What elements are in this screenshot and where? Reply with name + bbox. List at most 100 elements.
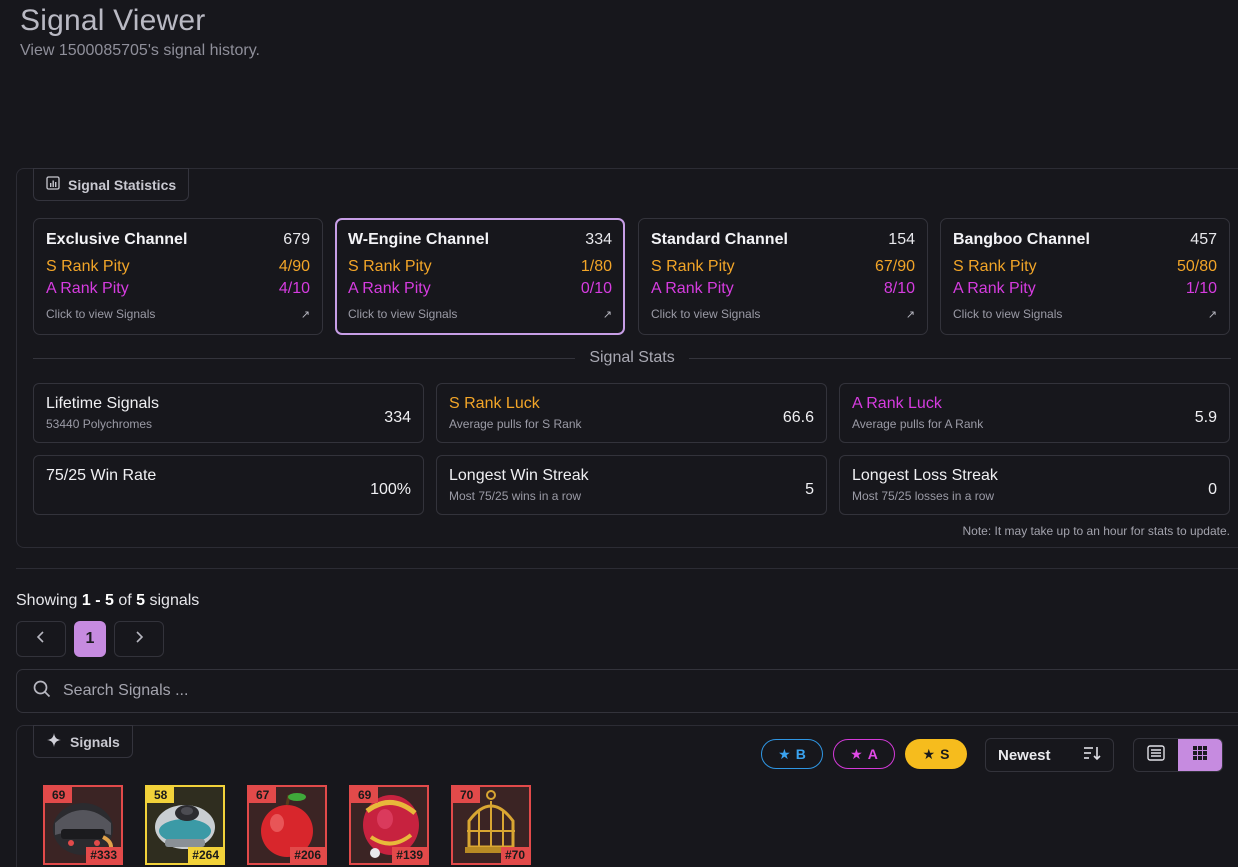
a-rank-pity-value: 8/10	[883, 280, 915, 297]
view-signals-link: Click to view Signals	[651, 307, 761, 321]
signal-level: 69	[351, 787, 379, 803]
stat-subtitle: Most 75/25 losses in a row	[852, 489, 995, 503]
search-input[interactable]	[63, 682, 1238, 700]
stat-card-win-rate: 75/25 Win Rate 100%	[33, 455, 424, 515]
filter-a-rank[interactable]: ★ A	[833, 739, 895, 769]
stat-value: 5.9	[1194, 408, 1217, 426]
stats-update-note: Note: It may take up to an hour for stat…	[962, 524, 1231, 538]
a-rank-pity-value: 0/10	[580, 280, 612, 297]
signal-level: 69	[45, 787, 73, 803]
signal-level: 70	[453, 787, 481, 803]
next-page-button[interactable]	[114, 621, 164, 657]
external-arrow-icon: ↗	[905, 308, 915, 321]
stat-title: Lifetime Signals	[46, 395, 159, 412]
of-text: of	[118, 592, 132, 609]
range-start: 1	[81, 592, 91, 609]
page-title: Signal Viewer	[20, 4, 206, 37]
stat-card-a-rank-luck: A Rank Luck Average pulls for A Rank 5.9	[839, 383, 1230, 443]
signal-stats-heading: Signal Stats	[589, 349, 675, 366]
page-subtitle: View 1500085705's signal history.	[20, 42, 260, 59]
channel-title: Standard Channel	[651, 231, 788, 248]
a-rank-pity-label: A Rank Pity	[651, 280, 734, 297]
signal-statistics-section: Signal Statistics Exclusive Channel 679 S…	[16, 168, 1238, 548]
grid-view-button[interactable]	[1178, 739, 1222, 771]
filter-b-rank[interactable]: ★ B	[761, 739, 823, 769]
channel-title: Exclusive Channel	[46, 231, 188, 248]
signal-statistics-label: Signal Statistics	[68, 176, 177, 193]
stat-card-longest-win-streak: Longest Win Streak Most 75/25 wins in a r…	[436, 455, 827, 515]
signal-stats-divider: Signal Stats	[33, 349, 1232, 367]
signal-number: #70	[500, 847, 529, 863]
page-button-current[interactable]: 1	[74, 621, 106, 657]
stat-subtitle: Most 75/25 wins in a row	[449, 489, 582, 503]
stat-value: 100%	[370, 480, 411, 498]
channel-total: 457	[1190, 231, 1217, 248]
filter-s-rank[interactable]: ★ S	[905, 739, 967, 769]
stat-title: Longest Win Streak	[449, 467, 589, 484]
stat-value: 5	[805, 480, 814, 498]
signal-number: #206	[290, 847, 325, 863]
signal-tile[interactable]: 69 #139	[349, 785, 429, 865]
signals-section: Signals ★ B ★ A ★ S Newest 69 #333 58 #2…	[16, 725, 1238, 867]
list-view-button[interactable]	[1134, 739, 1178, 771]
stat-title: S Rank Luck	[449, 395, 540, 412]
channel-title: Bangboo Channel	[953, 231, 1090, 248]
s-rank-pity-label: S Rank Pity	[46, 258, 130, 275]
stat-value: 0	[1208, 480, 1217, 498]
signal-tile[interactable]: 69 #333	[43, 785, 123, 865]
view-signals-link: Click to view Signals	[46, 307, 156, 321]
stat-subtitle: Average pulls for A Rank	[852, 417, 984, 431]
a-rank-pity-value: 4/10	[278, 280, 310, 297]
list-icon	[1147, 744, 1165, 766]
page-header: Signal Viewer View 1500085705's signal h…	[20, 4, 260, 60]
sort-dropdown[interactable]: Newest	[985, 738, 1114, 772]
a-rank-pity-label: A Rank Pity	[348, 280, 431, 297]
chevron-right-icon	[132, 630, 146, 649]
signal-number: #139	[392, 847, 427, 863]
signal-statistics-tag: Signal Statistics	[33, 168, 190, 201]
sort-label: Newest	[998, 746, 1051, 764]
star-icon: ★	[778, 745, 791, 762]
channel-card-standard[interactable]: Standard Channel 154 S Rank Pity 67/90 A R…	[638, 218, 928, 335]
signal-level: 67	[249, 787, 277, 803]
stat-title: Longest Loss Streak	[852, 467, 998, 484]
search-bar	[16, 669, 1238, 713]
filter-label: S	[940, 746, 950, 762]
s-rank-pity-label: S Rank Pity	[953, 258, 1037, 275]
section-divider	[16, 568, 1238, 569]
signals-label: Signals	[70, 733, 120, 750]
s-rank-pity-label: S Rank Pity	[348, 258, 432, 275]
sparkle-icon	[46, 732, 62, 751]
grid-icon	[1192, 745, 1208, 766]
channel-card-bangboo[interactable]: Bangboo Channel 457 S Rank Pity 50/80 A Ra…	[940, 218, 1230, 335]
channel-title: W-Engine Channel	[348, 231, 490, 248]
prev-page-button[interactable]	[16, 621, 66, 657]
divider-line	[33, 357, 576, 359]
signal-tile[interactable]: 70 #70	[451, 785, 531, 865]
stat-card-s-rank-luck: S Rank Luck Average pulls for S Rank 66.6	[436, 383, 827, 443]
sort-descending-icon	[1083, 745, 1101, 765]
view-toggle	[1133, 738, 1223, 772]
pagination: 1	[16, 621, 164, 657]
channel-total: 334	[585, 231, 612, 248]
showing-suffix: signals	[149, 592, 200, 609]
filter-label: B	[795, 746, 806, 762]
range-end: 5	[104, 592, 114, 609]
stat-value: 66.6	[782, 408, 814, 426]
rank-filters: ★ B ★ A ★ S	[761, 739, 967, 769]
signal-tile[interactable]: 58 #264	[145, 785, 225, 865]
chevron-left-icon	[34, 630, 48, 649]
external-arrow-icon: ↗	[1207, 308, 1217, 321]
signal-grid: 69 #333 58 #264 67 #206 69 #139 70 #70	[43, 785, 531, 865]
signal-tile[interactable]: 67 #206	[247, 785, 327, 865]
s-rank-pity-value: 67/90	[874, 258, 915, 275]
total-count: 5	[136, 592, 146, 609]
channel-card-exclusive[interactable]: Exclusive Channel 679 S Rank Pity 4/90 A R…	[33, 218, 323, 335]
stat-value: 334	[384, 408, 411, 426]
view-signals-link: Click to view Signals	[953, 307, 1063, 321]
s-rank-pity-value: 1/80	[580, 258, 612, 275]
channel-card-w-engine[interactable]: W-Engine Channel 334 S Rank Pity 1/80 A Ra…	[335, 218, 625, 335]
channel-total: 154	[888, 231, 915, 248]
star-icon: ★	[922, 745, 936, 762]
a-rank-pity-label: A Rank Pity	[953, 280, 1036, 297]
